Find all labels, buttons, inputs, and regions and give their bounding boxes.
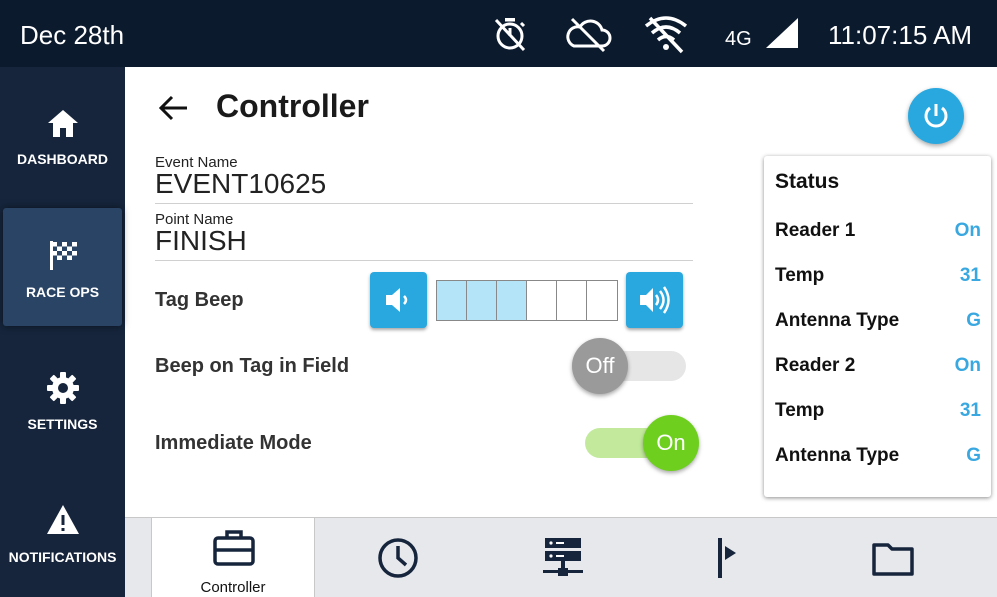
- toggle-knob: On: [643, 415, 699, 471]
- status-value: 31: [959, 265, 981, 286]
- network-type-label: 4G: [725, 28, 752, 50]
- sidebar-item-label: NOTIFICATIONS: [8, 549, 117, 565]
- volume-down-icon: [386, 288, 408, 312]
- beep-on-tag-toggle[interactable]: Off: [572, 336, 702, 396]
- volume-segment: [527, 281, 557, 320]
- sidebar-item-race-ops[interactable]: RACE OPS: [3, 208, 122, 326]
- status-value: On: [954, 220, 981, 241]
- sidebar-item-dashboard[interactable]: DASHBOARD: [0, 93, 125, 213]
- status-row: Antenna Type G: [775, 310, 981, 336]
- point-name-value: FINISH: [155, 225, 247, 256]
- status-row: Reader 1 On: [775, 220, 981, 246]
- immediate-mode-toggle[interactable]: On: [585, 413, 715, 473]
- event-name-field[interactable]: Event Name EVENT10625: [155, 155, 693, 204]
- sidebar-item-notifications[interactable]: NOTIFICATIONS: [0, 489, 125, 597]
- home-icon: [47, 110, 78, 137]
- volume-segment: [467, 281, 497, 320]
- bottom-tab-bar: Controller: [125, 517, 997, 597]
- status-row: Temp 31: [775, 400, 981, 426]
- tab-network[interactable]: [481, 518, 645, 597]
- volume-down-button[interactable]: [370, 272, 427, 328]
- system-status-bar: Dec 28th 4G 11:07:15 AM: [0, 0, 997, 67]
- cloud-off-icon: [566, 17, 612, 53]
- status-row: Antenna Type G: [775, 445, 981, 471]
- status-value: On: [954, 355, 981, 376]
- volume-up-button[interactable]: [626, 272, 683, 328]
- volume-segment: [557, 281, 587, 320]
- tab-files[interactable]: [811, 518, 975, 597]
- sidebar-item-label: DASHBOARD: [17, 151, 108, 167]
- warning-icon: [46, 505, 79, 534]
- event-name-value: EVENT10625: [155, 168, 327, 199]
- status-row: Reader 2 On: [775, 355, 981, 381]
- checkered-flag-icon: [49, 241, 77, 270]
- toggle-knob: Off: [572, 338, 628, 394]
- page-title: Controller: [216, 88, 369, 124]
- tag-beep-label: Tag Beep: [155, 289, 244, 311]
- stopwatch-off-icon: [494, 18, 526, 52]
- volume-up-icon: [640, 286, 670, 314]
- cell-signal-icon: [766, 18, 798, 48]
- status-row: Temp 31: [775, 265, 981, 291]
- volume-segment: [497, 281, 527, 320]
- arrow-left-icon[interactable]: [155, 90, 191, 126]
- tab-history[interactable]: [316, 518, 480, 597]
- status-value: G: [966, 445, 981, 466]
- status-time: 11:07:15 AM: [828, 20, 973, 50]
- status-key: Antenna Type: [775, 445, 900, 466]
- briefcase-icon: [213, 530, 255, 566]
- clock-icon: [378, 538, 418, 578]
- status-key: Reader 1: [775, 220, 856, 241]
- status-value: G: [966, 310, 981, 331]
- immediate-mode-label: Immediate Mode: [155, 432, 312, 454]
- status-value: 31: [959, 400, 981, 421]
- volume-segment: [587, 281, 617, 320]
- status-title: Status: [775, 170, 840, 193]
- folder-icon: [872, 543, 914, 576]
- tab-points[interactable]: [646, 518, 810, 597]
- tab-controller[interactable]: Controller: [151, 518, 315, 597]
- power-button[interactable]: [908, 88, 964, 144]
- wifi-off-icon: [644, 16, 688, 54]
- tab-label: Controller: [200, 579, 266, 596]
- sidebar-item-label: RACE OPS: [25, 284, 100, 300]
- status-panel: Status Reader 1 On Temp 31 Antenna Type …: [764, 156, 991, 497]
- status-date: Dec 28th: [20, 20, 125, 50]
- point-name-field[interactable]: Point Name FINISH: [155, 212, 693, 261]
- server-network-icon: [543, 538, 583, 576]
- status-key: Temp: [775, 400, 825, 421]
- sidebar-item-settings[interactable]: SETTINGS: [0, 357, 125, 477]
- status-key: Antenna Type: [775, 310, 900, 331]
- flag-marker-icon: [718, 538, 736, 578]
- sidebar-item-label: SETTINGS: [27, 416, 98, 432]
- volume-segment: [437, 281, 467, 320]
- gear-icon: [46, 372, 79, 404]
- status-key: Temp: [775, 265, 825, 286]
- beep-volume-meter: [436, 280, 618, 321]
- status-key: Reader 2: [775, 355, 856, 376]
- sidebar: DASHBOARD RACE OPS SETTINGS NOTIFICATION…: [0, 67, 125, 597]
- beep-on-tag-label: Beep on Tag in Field: [155, 355, 350, 377]
- power-icon: [924, 104, 948, 128]
